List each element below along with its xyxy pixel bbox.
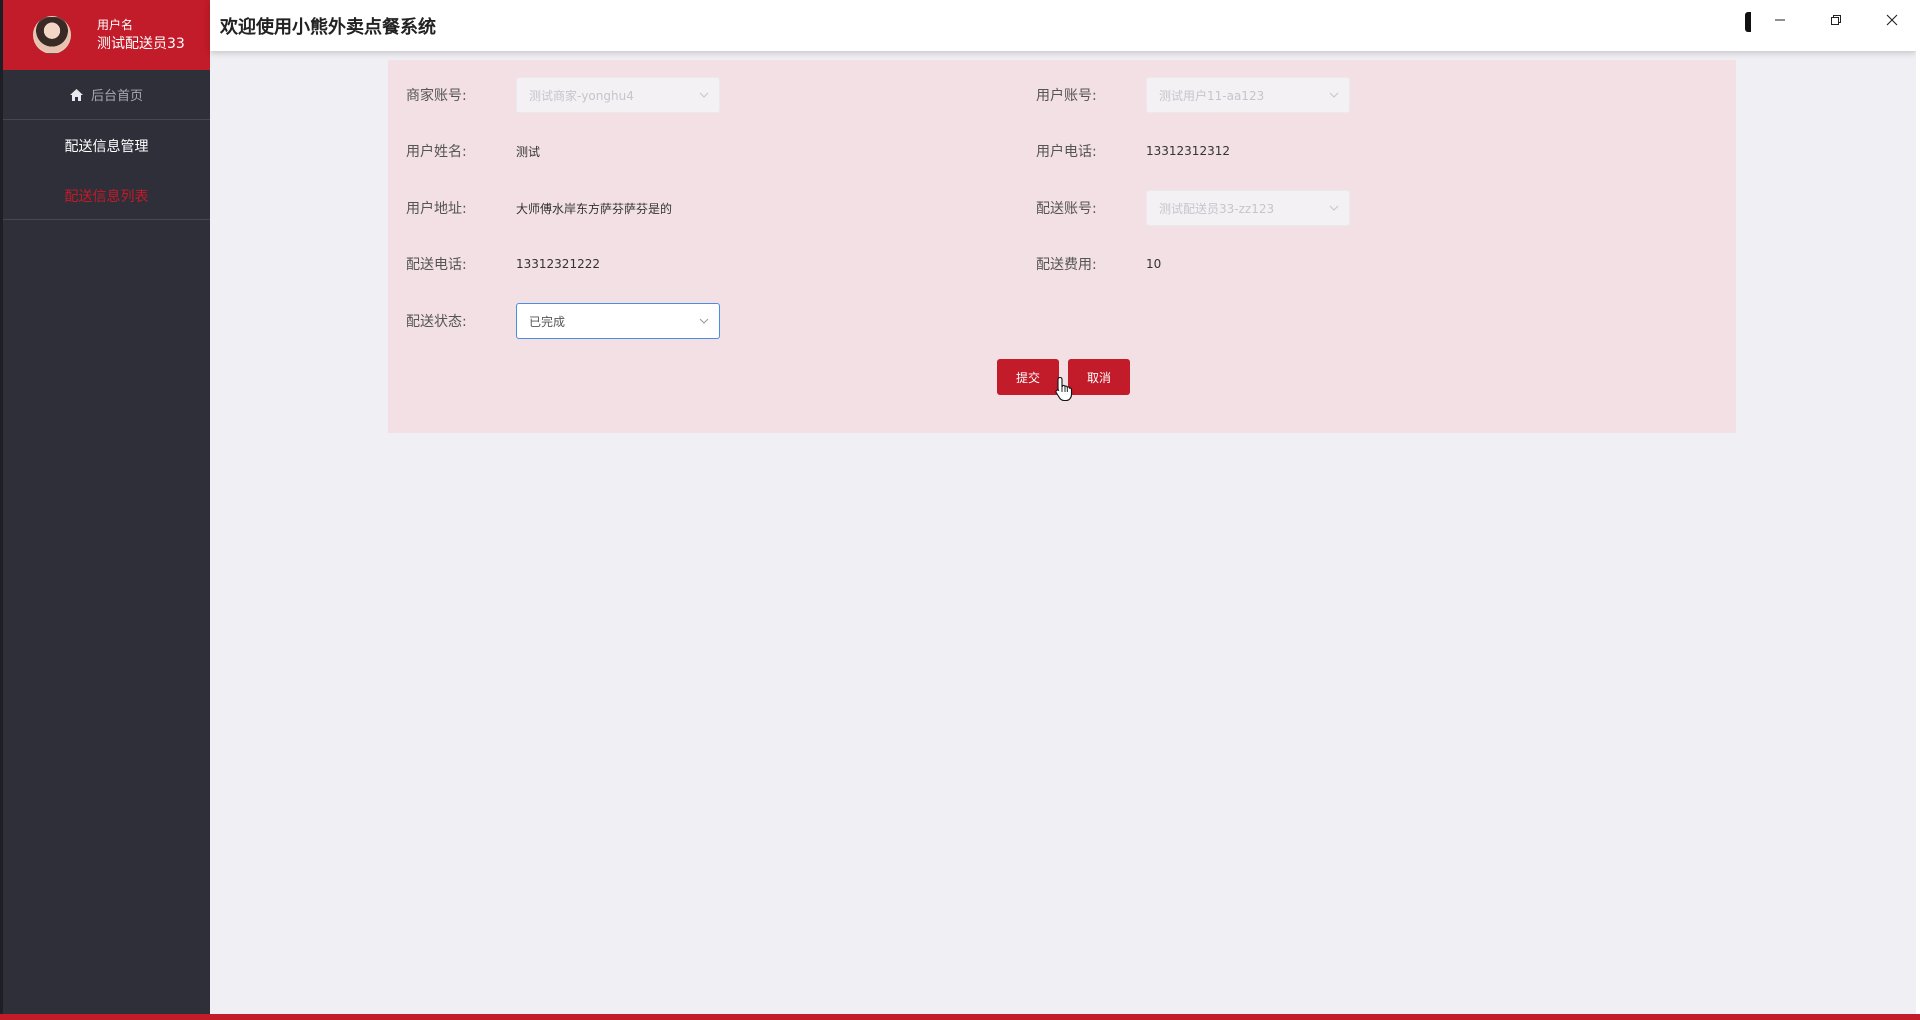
header-avatar-edge (1745, 12, 1751, 32)
delivery-account-select: 测试配送员33-zz123 (1146, 190, 1350, 226)
bottom-accent-bar (0, 1014, 1920, 1020)
chevron-down-icon (699, 318, 709, 324)
user-address-label: 用户地址: (406, 201, 467, 217)
chevron-down-icon (1329, 92, 1339, 98)
field-user-name: 用户姓名: 测试 (406, 133, 540, 169)
field-user-account: 用户账号: 测试用户11-aa123 (1036, 77, 1350, 113)
delivery-status-select[interactable]: 已完成 (516, 303, 720, 339)
right-edge (1916, 0, 1920, 1020)
minimize-button[interactable] (1752, 0, 1808, 40)
close-icon (1886, 14, 1898, 26)
sidebar-item-home[interactable]: 后台首页 (3, 70, 210, 120)
delivery-phone-value: 13312321222 (516, 257, 600, 271)
restore-icon (1831, 15, 1841, 25)
delivery-account-label: 配送账号: (1036, 201, 1097, 217)
close-button[interactable] (1864, 0, 1920, 40)
user-account-select: 测试用户11-aa123 (1146, 77, 1350, 113)
home-icon (69, 88, 83, 101)
user-address-value: 大师傅水岸东方萨芬萨芬是的 (516, 201, 673, 216)
user-account-label: 用户账号: (1036, 88, 1097, 104)
delivery-account-value: 测试配送员33-zz123 (1159, 201, 1275, 216)
minimize-icon (1775, 19, 1785, 21)
field-user-address: 用户地址: 大师傅水岸东方萨芬萨芬是的 (406, 190, 672, 226)
field-delivery-account: 配送账号: 测试配送员33-zz123 (1036, 190, 1350, 226)
merchant-account-label: 商家账号: (406, 88, 467, 104)
sidebar-item-delivery-list[interactable]: 配送信息列表 (3, 172, 210, 220)
merchant-account-select: 测试商家-yonghu4 (516, 77, 720, 113)
sidebar: 用户名 测试配送员33 后台首页 配送信息管理 配送信息列表 (0, 0, 210, 1014)
chevron-down-icon (1329, 205, 1339, 211)
window-controls (1752, 0, 1920, 40)
delivery-phone-label: 配送电话: (406, 257, 467, 273)
merchant-account-value: 测试商家-yonghu4 (529, 88, 634, 103)
top-header: 欢迎使用小熊外卖点餐系统 (210, 0, 1916, 51)
field-user-phone: 用户电话: 13312312312 (1036, 133, 1230, 169)
user-name-label: 用户姓名: (406, 144, 467, 160)
delivery-fee-value: 10 (1146, 257, 1162, 271)
delivery-status-label: 配送状态: (406, 314, 467, 330)
user-name-value: 测试 (516, 144, 541, 159)
page-title: 欢迎使用小熊外卖点餐系统 (220, 16, 436, 38)
hand-cursor-icon (1055, 376, 1073, 402)
delivery-fee-label: 配送费用: (1036, 257, 1097, 273)
user-info: 用户名 测试配送员33 (97, 16, 185, 54)
user-account-value: 测试用户11-aa123 (1159, 88, 1265, 103)
user-label: 用户名 (97, 18, 134, 32)
cancel-button[interactable]: 取消 (1068, 359, 1130, 395)
user-panel: 用户名 测试配送员33 (3, 0, 210, 70)
field-merchant-account: 商家账号: 测试商家-yonghu4 (406, 77, 720, 113)
avatar[interactable] (33, 16, 71, 54)
sidebar-group-delivery[interactable]: 配送信息管理 (3, 120, 210, 172)
user-name: 测试配送员33 (97, 36, 185, 52)
field-delivery-status: 配送状态: 已完成 (406, 303, 720, 339)
sidebar-group-label: 配送信息管理 (64, 139, 149, 155)
delivery-status-value: 已完成 (529, 314, 566, 329)
field-delivery-fee: 配送费用: 10 (1036, 246, 1161, 282)
field-delivery-phone: 配送电话: 13312321222 (406, 246, 600, 282)
sidebar-item-delivery-list-label: 配送信息列表 (64, 189, 149, 205)
user-phone-label: 用户电话: (1036, 144, 1097, 160)
sidebar-item-home-label: 后台首页 (90, 89, 143, 104)
user-phone-value: 13312312312 (1146, 144, 1230, 158)
submit-button[interactable]: 提交 (997, 359, 1059, 395)
chevron-down-icon (699, 92, 709, 98)
restore-button[interactable] (1808, 0, 1864, 40)
